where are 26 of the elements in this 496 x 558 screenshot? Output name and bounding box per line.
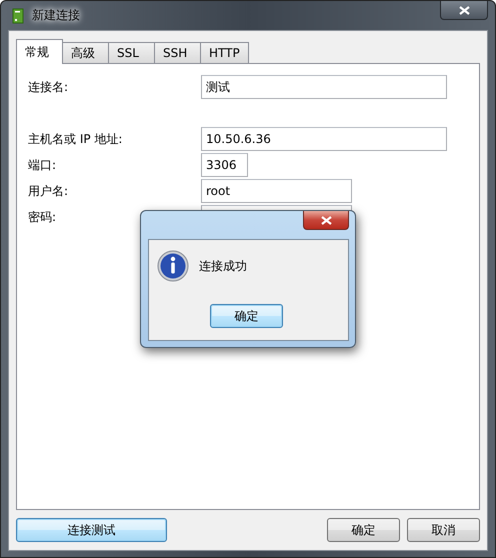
tab[interactable]: 常规 bbox=[16, 39, 63, 64]
close-button[interactable] bbox=[303, 211, 349, 230]
close-button[interactable] bbox=[440, 1, 488, 20]
field-label: 密码: bbox=[28, 208, 58, 226]
field-label: 主机名或 IP 地址: bbox=[28, 130, 124, 148]
input-field[interactable]: 10.50.6.36 bbox=[201, 127, 447, 151]
info-icon bbox=[157, 250, 189, 282]
message-text: 连接成功 bbox=[199, 258, 247, 274]
tab[interactable]: 高级 bbox=[62, 42, 109, 63]
dialog-button[interactable]: 取消 bbox=[407, 518, 480, 542]
tab[interactable]: HTTP bbox=[200, 42, 249, 63]
field-label: 用户名: bbox=[28, 182, 70, 200]
field-label: 端口: bbox=[28, 156, 58, 174]
tab[interactable]: SSL bbox=[108, 42, 155, 63]
field-label: 连接名: bbox=[28, 78, 70, 96]
close-icon bbox=[458, 6, 470, 14]
tab[interactable]: SSH bbox=[154, 42, 201, 63]
input-field[interactable]: 3306 bbox=[201, 153, 248, 177]
input-field[interactable]: 测试 bbox=[201, 75, 447, 99]
dialog-button[interactable]: 确定 bbox=[327, 518, 400, 542]
dialog-button[interactable]: 确定 bbox=[210, 304, 283, 328]
close-icon bbox=[320, 216, 332, 224]
app-icon bbox=[12, 8, 24, 24]
input-field[interactable]: root bbox=[201, 179, 352, 203]
test-connection-button[interactable]: 连接测试 bbox=[16, 518, 167, 542]
window-title: 新建连接 bbox=[32, 7, 80, 24]
